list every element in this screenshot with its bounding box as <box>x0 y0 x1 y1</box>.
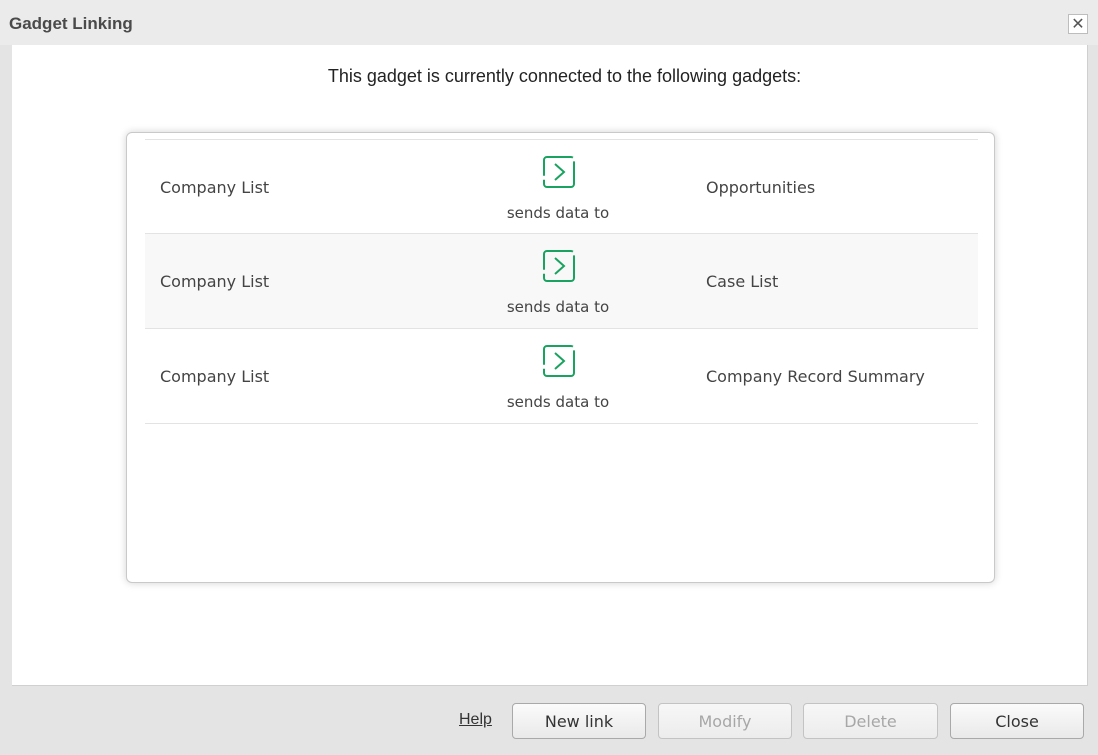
link-relation: sends data to <box>506 298 610 316</box>
link-relation: sends data to <box>506 204 610 222</box>
gadget-linking-dialog: Gadget Linking ✕ This gadget is currentl… <box>0 0 1098 755</box>
close-button[interactable]: Close <box>950 703 1084 739</box>
link-target: Opportunities <box>706 178 816 197</box>
dialog-titlebar: Gadget Linking ✕ <box>0 0 1098 45</box>
link-source: Company List <box>160 178 270 197</box>
link-source: Company List <box>160 272 270 291</box>
link-relation: sends data to <box>506 393 610 411</box>
dialog-content: This gadget is currently connected to th… <box>12 45 1088 686</box>
help-link[interactable]: Help <box>459 711 492 729</box>
new-link-button[interactable]: New link <box>512 703 646 739</box>
chevron-right-bracket-icon <box>543 250 575 282</box>
close-icon[interactable]: ✕ <box>1068 14 1088 34</box>
page-title: This gadget is currently connected to th… <box>327 66 802 86</box>
link-target: Company Record Summary <box>706 367 925 386</box>
link-source: Company List <box>160 367 270 386</box>
chevron-right-bracket-icon <box>543 156 575 188</box>
links-list-panel: Company List sends data to Opportunities… <box>126 132 995 583</box>
delete-button[interactable]: Delete <box>803 703 938 739</box>
chevron-right-bracket-icon <box>543 345 575 377</box>
link-row[interactable]: Company List sends data to Company Recor… <box>145 329 978 424</box>
link-row[interactable]: Company List sends data to Opportunities <box>145 139 978 234</box>
modify-button[interactable]: Modify <box>658 703 792 739</box>
dialog-title: Gadget Linking <box>9 14 133 33</box>
link-target: Case List <box>706 272 779 291</box>
link-row[interactable]: Company List sends data to Case List <box>145 234 978 329</box>
